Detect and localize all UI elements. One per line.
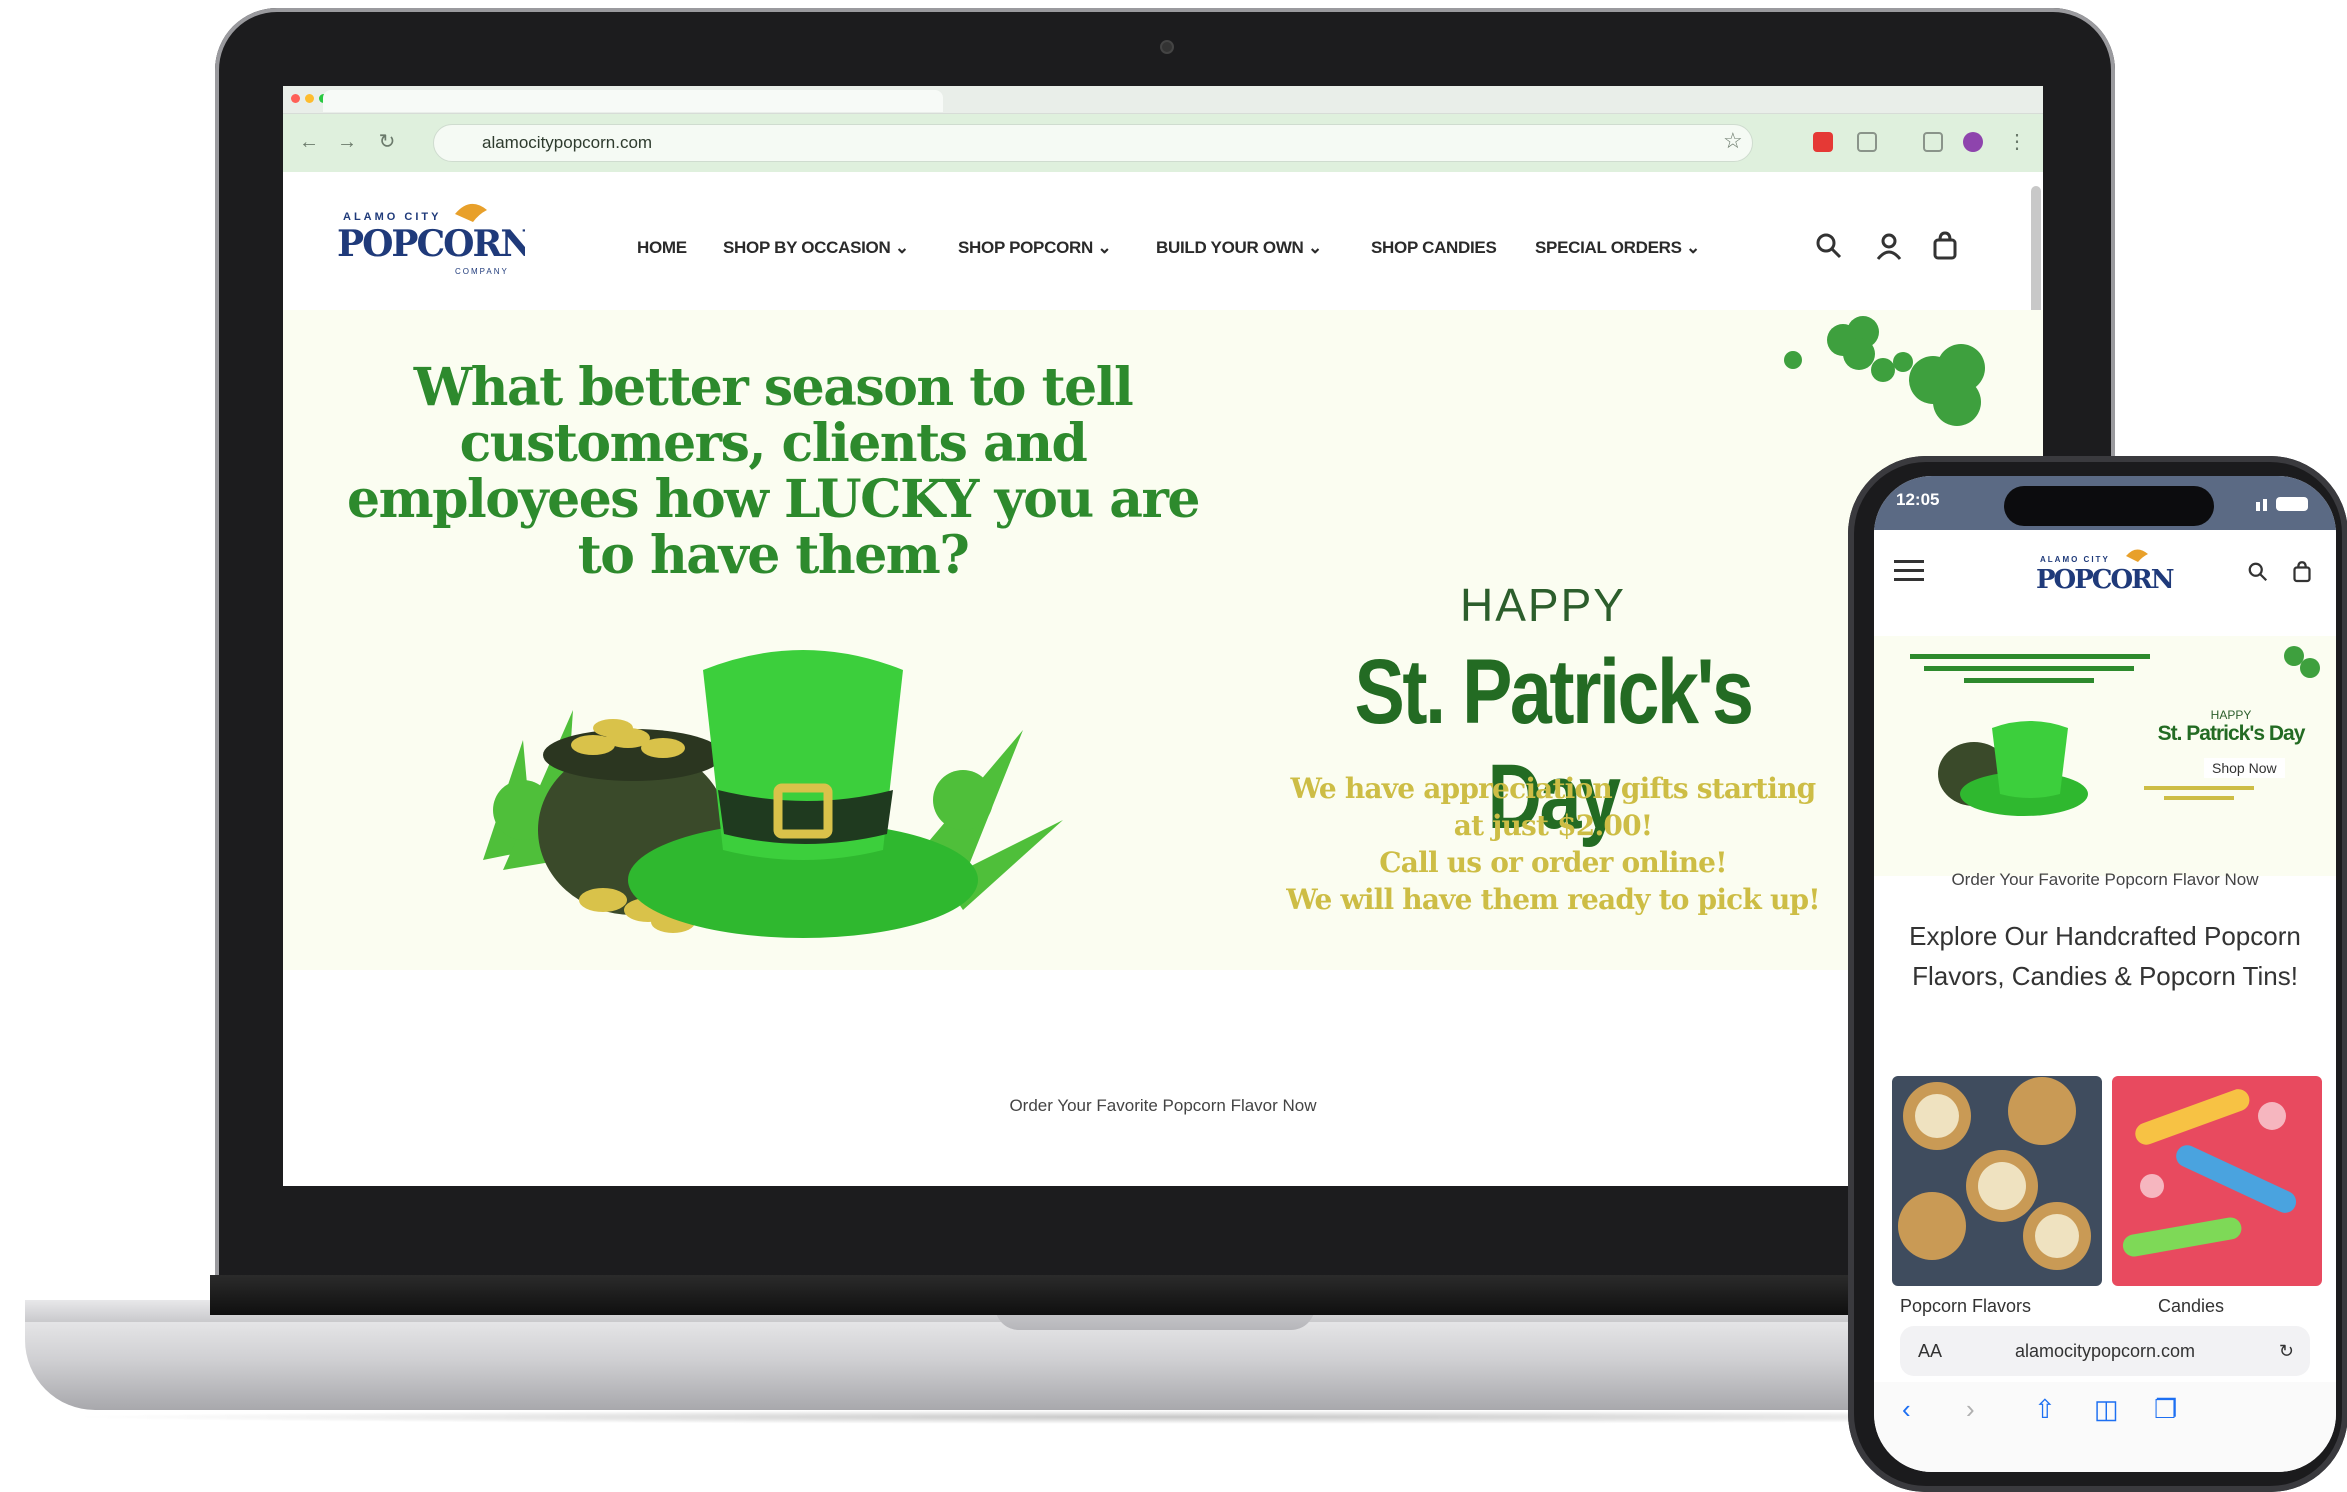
cart-bag-icon[interactable] xyxy=(1929,230,1961,262)
phone-tabs-icon[interactable]: ❐ xyxy=(2154,1394,2177,1425)
search-icon[interactable] xyxy=(1813,230,1845,262)
phone-order-text: Order Your Favorite Popcorn Flavor Now xyxy=(1951,870,2259,889)
laptop-screen: ← → ↻ alamocitypopcorn.com ☆ ⋮ ALAMO CIT… xyxy=(283,86,2043,1186)
order-favorite-text: Order Your Favorite Popcorn Flavor Now xyxy=(1009,1096,1317,1115)
browser-tab-bar xyxy=(283,86,2043,114)
phone-logo-top-text: ALAMO CITY xyxy=(2040,555,2110,564)
browser-toolbar: ← → ↻ alamocitypopcorn.com ☆ ⋮ xyxy=(283,114,2043,172)
phone-site-logo[interactable]: ALAMO CITY POPCORN xyxy=(2034,544,2174,608)
nav-shop-popcorn[interactable]: SHOP POPCORN ⌄ xyxy=(958,238,1112,258)
candies-icon xyxy=(2122,1089,2297,1257)
laptop-hinge xyxy=(210,1275,2120,1315)
content-section xyxy=(283,970,2043,1186)
reload-icon[interactable]: ↻ xyxy=(373,128,401,156)
logo-flame-icon xyxy=(455,203,487,222)
address-bar[interactable]: alamocitypopcorn.com xyxy=(433,124,1753,162)
phone-status-bar: 12:05 xyxy=(1874,476,2336,530)
sidebar-icon[interactable] xyxy=(1923,132,1943,152)
phone-cart-bag-icon[interactable] xyxy=(2290,560,2314,584)
phone-hero-banner[interactable]: HAPPY St. Patrick's Day Shop Now xyxy=(1874,636,2336,876)
hero-banner[interactable]: What better season to tell customers, cl… xyxy=(283,310,2043,970)
candies-image[interactable] xyxy=(2112,1076,2322,1286)
back-arrow-icon[interactable]: ← xyxy=(295,128,323,156)
bookmark-star-icon[interactable]: ☆ xyxy=(1723,128,1743,154)
site-logo[interactable]: ALAMO CITY POPCORN COMPANY xyxy=(335,194,525,284)
profile-avatar[interactable] xyxy=(1963,132,1983,152)
minimize-window-dot[interactable] xyxy=(305,94,314,103)
phone-address-bar-url: alamocitypopcorn.com xyxy=(2014,1340,2196,1361)
phone-logo-flame-icon xyxy=(2126,549,2148,562)
reader-mode-text[interactable]: AA xyxy=(1918,1341,1942,1362)
address-bar-url: alamocitypopcorn.com xyxy=(482,133,653,152)
popcorn-flavors-image[interactable] xyxy=(1892,1076,2102,1286)
phone-logo-main-text: POPCORN xyxy=(2036,565,2174,595)
close-window-dot[interactable] xyxy=(291,94,300,103)
phone-bookmarks-icon[interactable]: ◫ xyxy=(2094,1394,2119,1425)
account-icon[interactable] xyxy=(1873,230,1905,262)
phone-hero-art xyxy=(1910,646,2320,816)
forward-arrow-icon[interactable]: → xyxy=(333,128,361,156)
phone-address-bar[interactable]: AA alamocitypopcorn.com ↻ xyxy=(1900,1326,2310,1376)
logo-bottom-text: COMPANY xyxy=(455,267,509,276)
dynamic-island xyxy=(2004,486,2214,526)
leprechaun-hat-pot-of-gold-icon xyxy=(483,650,1063,938)
nav-home[interactable]: HOME xyxy=(637,238,687,258)
logo-top-text: ALAMO CITY xyxy=(343,211,441,223)
phone-site-header: ALAMO CITY POPCORN xyxy=(1874,530,2336,622)
hamburger-menu-icon[interactable] xyxy=(1894,558,1924,584)
extension-icon[interactable] xyxy=(1813,132,1833,152)
popcorn-bowls-icon xyxy=(1898,1077,2091,1270)
hero-gifts-line: Call us or order online! xyxy=(1379,846,1727,879)
phone-shop-now-button[interactable]: Shop Now xyxy=(2204,758,2285,778)
phone-forward-icon[interactable]: › xyxy=(1966,1394,1975,1425)
popcorn-flavors-caption[interactable]: Popcorn Flavors xyxy=(1900,1296,2031,1317)
menu-kebab-icon[interactable]: ⋮ xyxy=(2003,128,2031,156)
hero-gifts-line: We will have them ready to pick up! xyxy=(1286,883,1820,916)
hero-gifts-text: We have appreciation gifts starting at j… xyxy=(1243,770,1863,918)
hero-happy: HAPPY xyxy=(1460,579,1626,631)
phone-search-icon[interactable] xyxy=(2246,560,2270,584)
hero-gifts-line: at just $2.00! xyxy=(1453,809,1653,842)
phone-time: 12:05 xyxy=(1896,490,1940,509)
camera-icon xyxy=(1160,40,1174,54)
nav-special-orders[interactable]: SPECIAL ORDERS ⌄ xyxy=(1535,238,1700,258)
candies-caption[interactable]: Candies xyxy=(2158,1296,2224,1317)
phone-reload-icon[interactable]: ↻ xyxy=(2279,1341,2294,1362)
phone-hero-title: St. Patrick's Day xyxy=(2157,722,2306,745)
nav-shop-candies[interactable]: SHOP CANDIES xyxy=(1371,238,1497,258)
phone-hero-happy: HAPPY xyxy=(2210,708,2252,722)
hero-headline: What better season to tell customers, cl… xyxy=(347,357,1200,586)
phone-screen: 12:05 ALAMO CITY POPCORN HAPPY St. Patri… xyxy=(1874,476,2336,1472)
browser-tab[interactable] xyxy=(323,90,943,112)
hero-gifts-line: We have appreciation gifts starting xyxy=(1290,772,1817,805)
shamrock-decoration-icon xyxy=(1784,316,1985,426)
nav-shop-by-occasion[interactable]: SHOP BY OCCASION ⌄ xyxy=(723,238,909,258)
phone-share-icon[interactable]: ⇧ xyxy=(2034,1394,2056,1425)
nav-build-your-own[interactable]: BUILD YOUR OWN ⌄ xyxy=(1156,238,1322,258)
phone-back-icon[interactable]: ‹ xyxy=(1902,1394,1911,1425)
battery-icon xyxy=(2256,497,2308,511)
logo-main-text: POPCORN xyxy=(337,223,525,265)
phone-explore-heading: Explore Our Handcrafted Popcorn Flavors,… xyxy=(1909,921,2301,991)
site-header: ALAMO CITY POPCORN COMPANY HOME SHOP BY … xyxy=(283,172,2043,310)
extensions-puzzle-icon[interactable] xyxy=(1857,132,1877,152)
